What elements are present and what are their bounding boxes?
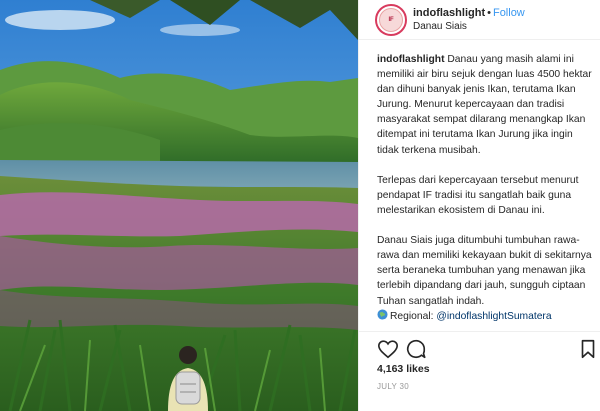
caption-paragraph-2: Terlepas dari kepercayaan tersebut menur… — [377, 174, 579, 216]
caption-paragraph-3: Danau Siais juga ditumbuhi tumbuhan rawa… — [377, 233, 595, 324]
landscape-image — [0, 0, 358, 411]
bookmark-icon[interactable] — [577, 338, 599, 360]
caption-username[interactable]: indoflashlight — [377, 54, 445, 65]
regional-tag-link[interactable]: @indoflashlightSumatera — [436, 311, 551, 322]
post-actions — [359, 331, 600, 363]
caption-paragraph-1: indoflashlight Danau yang masih alami in… — [377, 52, 595, 158]
post-sidebar: IF indoflashlight • Follow Danau Siais ind… — [358, 0, 600, 411]
avatar[interactable]: IF — [375, 3, 407, 36]
username-link[interactable]: indoflashlight — [413, 7, 485, 19]
avatar-logo-text: IF — [388, 16, 394, 23]
regional-label: Regional: — [390, 310, 434, 322]
post-date: JULY 30 — [377, 382, 410, 391]
follow-button[interactable]: Follow — [493, 7, 525, 19]
location-link[interactable]: Danau Siais — [413, 20, 525, 34]
instagram-post: IF indoflashlight • Follow Danau Siais ind… — [0, 0, 600, 411]
globe-icon — [377, 309, 388, 320]
avatar-logo: IF — [379, 7, 403, 32]
separator-dot: • — [487, 7, 491, 19]
comment-icon[interactable] — [405, 338, 427, 360]
post-caption: indoflashlight Danau yang masih alami in… — [377, 52, 595, 324]
post-header: IF indoflashlight • Follow Danau Siais — [359, 0, 600, 40]
post-photo[interactable] — [0, 0, 358, 411]
heart-icon[interactable] — [377, 338, 399, 360]
header-text: indoflashlight • Follow Danau Siais — [413, 5, 525, 34]
likes-count[interactable]: 4,163 likes — [377, 363, 430, 375]
caption-text-3: Danau Siais juga ditumbuhi tumbuhan rawa… — [377, 235, 592, 307]
caption-text-1: Danau yang masih alami ini memiliki air … — [377, 54, 592, 156]
